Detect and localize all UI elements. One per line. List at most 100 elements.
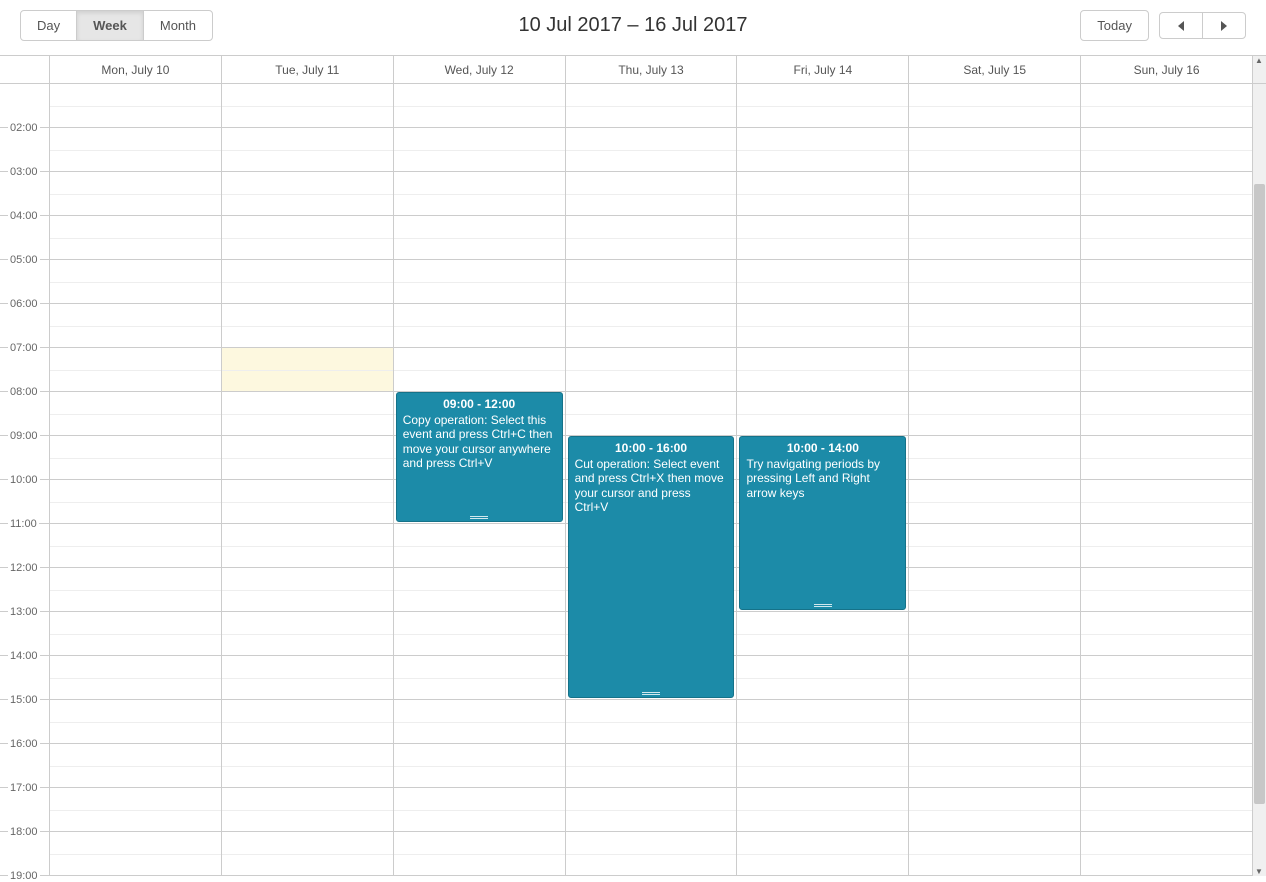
time-slot[interactable] [394, 348, 565, 392]
time-slot[interactable] [737, 128, 908, 172]
scroll-up-arrow-icon[interactable]: ▲ [1255, 56, 1263, 65]
time-slot[interactable] [566, 304, 737, 348]
time-slot[interactable] [222, 788, 393, 832]
time-slot[interactable] [909, 348, 1080, 392]
time-slot[interactable] [222, 656, 393, 700]
time-slot[interactable] [566, 84, 737, 128]
calendar-event[interactable]: 10:00 - 14:00Try navigating periods by p… [739, 436, 906, 610]
time-slot[interactable] [1081, 568, 1252, 612]
time-slot[interactable] [1081, 788, 1252, 832]
time-slot[interactable] [222, 84, 393, 128]
time-slot[interactable] [50, 832, 221, 876]
time-slot[interactable] [909, 172, 1080, 216]
time-slot[interactable] [737, 260, 908, 304]
scroll-thumb[interactable] [1254, 184, 1265, 804]
time-slot[interactable] [1081, 480, 1252, 524]
time-slot[interactable] [1081, 832, 1252, 876]
scroll-down-arrow-icon[interactable]: ▼ [1255, 867, 1263, 876]
time-slot[interactable] [909, 612, 1080, 656]
time-slot[interactable] [737, 348, 908, 392]
time-slot[interactable] [50, 216, 221, 260]
time-slot[interactable] [394, 128, 565, 172]
time-slot[interactable] [909, 656, 1080, 700]
time-slot[interactable] [50, 436, 221, 480]
resize-handle[interactable] [642, 692, 660, 695]
time-slot[interactable] [1081, 656, 1252, 700]
time-slot[interactable] [909, 128, 1080, 172]
time-slot[interactable] [50, 348, 221, 392]
time-slot[interactable] [1081, 524, 1252, 568]
time-slot[interactable] [222, 436, 393, 480]
time-slot[interactable] [1081, 128, 1252, 172]
time-slot[interactable] [50, 700, 221, 744]
time-slot[interactable] [222, 348, 393, 392]
time-slot[interactable] [222, 392, 393, 436]
time-slot[interactable] [222, 480, 393, 524]
time-slot[interactable] [566, 260, 737, 304]
time-slot[interactable] [394, 524, 565, 568]
view-week-button[interactable]: Week [76, 10, 144, 41]
time-slot[interactable] [566, 216, 737, 260]
time-slot[interactable] [909, 84, 1080, 128]
time-slot[interactable] [909, 304, 1080, 348]
day-column[interactable]: 10:00 - 14:00Try navigating periods by p… [737, 84, 909, 876]
time-slot[interactable] [909, 260, 1080, 304]
time-slot[interactable] [50, 260, 221, 304]
time-slot[interactable] [394, 612, 565, 656]
time-slot[interactable] [909, 480, 1080, 524]
time-slot[interactable] [566, 832, 737, 876]
time-slot[interactable] [50, 172, 221, 216]
time-slot[interactable] [50, 128, 221, 172]
time-slot[interactable] [50, 480, 221, 524]
time-slot[interactable] [50, 744, 221, 788]
time-slot[interactable] [222, 700, 393, 744]
today-button[interactable]: Today [1080, 10, 1149, 41]
time-slot[interactable] [1081, 436, 1252, 480]
time-slot[interactable] [909, 744, 1080, 788]
time-slot[interactable] [394, 172, 565, 216]
time-slot[interactable] [50, 612, 221, 656]
time-slot[interactable] [566, 392, 737, 436]
time-slot[interactable] [222, 524, 393, 568]
time-slot[interactable] [394, 304, 565, 348]
time-slot[interactable] [50, 304, 221, 348]
scheduler-grid[interactable]: 09:00 - 12:00Copy operation: Select this… [50, 84, 1252, 876]
time-slot[interactable] [222, 304, 393, 348]
time-slot[interactable] [1081, 700, 1252, 744]
day-column[interactable] [909, 84, 1081, 876]
time-slot[interactable] [737, 744, 908, 788]
time-slot[interactable] [566, 348, 737, 392]
calendar-event[interactable]: 09:00 - 12:00Copy operation: Select this… [396, 392, 563, 522]
time-slot[interactable] [566, 172, 737, 216]
time-slot[interactable] [394, 744, 565, 788]
time-slot[interactable] [394, 832, 565, 876]
next-period-button[interactable] [1202, 12, 1246, 40]
time-slot[interactable] [394, 568, 565, 612]
day-column[interactable] [222, 84, 394, 876]
time-slot[interactable] [737, 84, 908, 128]
time-slot[interactable] [737, 700, 908, 744]
time-slot[interactable] [737, 656, 908, 700]
time-slot[interactable] [737, 304, 908, 348]
time-slot[interactable] [222, 568, 393, 612]
time-slot[interactable] [222, 172, 393, 216]
day-column[interactable]: 10:00 - 16:00Cut operation: Select event… [566, 84, 738, 876]
time-slot[interactable] [50, 568, 221, 612]
time-slot[interactable] [222, 744, 393, 788]
time-slot[interactable] [909, 216, 1080, 260]
time-slot[interactable] [1081, 260, 1252, 304]
time-slot[interactable] [1081, 84, 1252, 128]
view-month-button[interactable]: Month [143, 10, 213, 41]
time-slot[interactable] [50, 788, 221, 832]
time-slot[interactable] [394, 260, 565, 304]
time-slot[interactable] [566, 788, 737, 832]
time-slot[interactable] [222, 832, 393, 876]
time-slot[interactable] [909, 524, 1080, 568]
time-slot[interactable] [1081, 216, 1252, 260]
time-slot[interactable] [566, 744, 737, 788]
time-slot[interactable] [566, 700, 737, 744]
day-column[interactable] [50, 84, 222, 876]
time-slot[interactable] [394, 788, 565, 832]
time-slot[interactable] [222, 216, 393, 260]
time-slot[interactable] [50, 656, 221, 700]
